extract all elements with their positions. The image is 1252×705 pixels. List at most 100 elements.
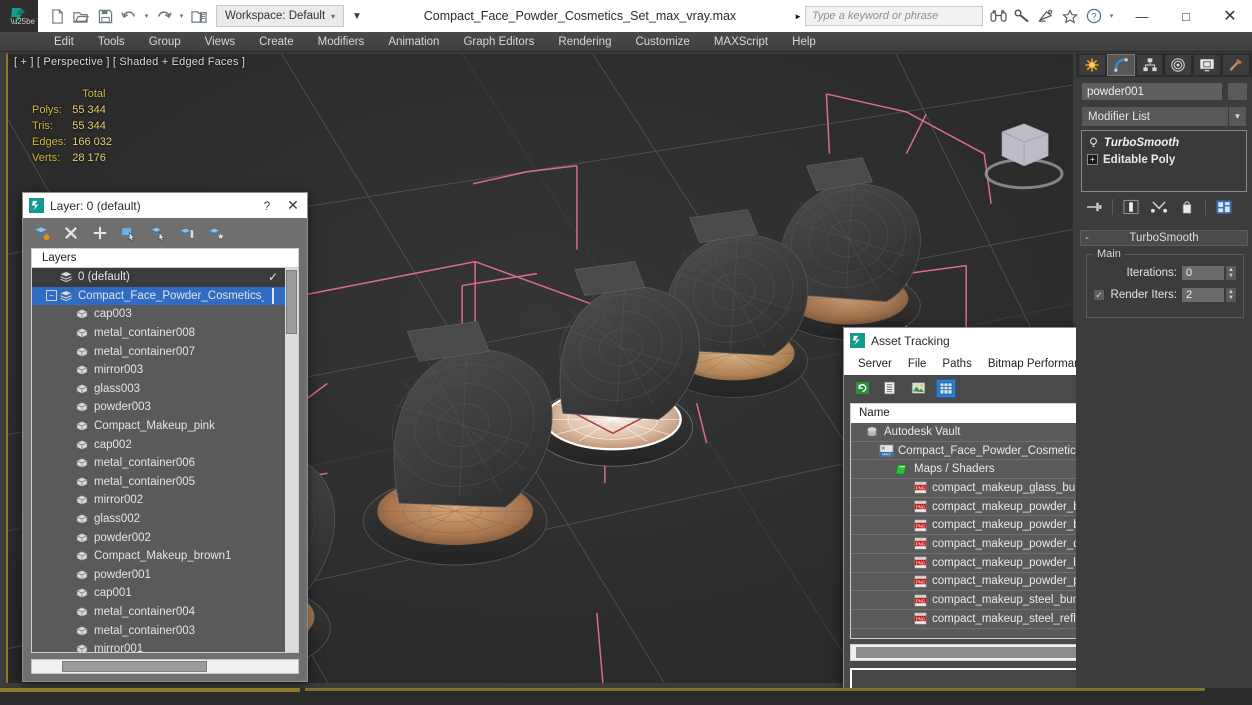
layer-row[interactable]: −cap001 (32, 584, 298, 603)
help-icon[interactable]: ? (1083, 5, 1105, 27)
new-file-icon[interactable] (46, 5, 68, 27)
layer-row[interactable]: − Compact_Face_Powder_Cosmetics_Set (32, 286, 298, 306)
layer-row[interactable]: −mirror002 (32, 491, 298, 510)
render-iters-spinner[interactable]: 2 ▲ ▼ (1181, 287, 1237, 303)
lightbulb-icon[interactable] (1087, 137, 1099, 149)
menu-graph-editors[interactable]: Graph Editors (451, 32, 546, 52)
undo-icon[interactable] (118, 5, 140, 27)
render-iters-value[interactable]: 2 (1181, 287, 1225, 303)
redo-dropdown-caret[interactable]: ▾ (177, 12, 186, 20)
layer-dialog-help-button[interactable]: ? (255, 199, 279, 213)
thumbnail-view-icon[interactable] (908, 379, 928, 398)
layer-row[interactable]: −metal_container006 (32, 454, 298, 473)
modifier-list-dropdown[interactable]: Modifier List ▾ (1081, 106, 1247, 127)
menu-modifiers[interactable]: Modifiers (306, 32, 377, 52)
workspace-menu-caret[interactable]: ▼ (348, 11, 366, 22)
asset-menu-file[interactable]: File (900, 358, 935, 370)
add-selection-to-layer-icon[interactable] (89, 222, 111, 244)
menu-views[interactable]: Views (193, 32, 247, 52)
modifier-stack-item-editable-poly[interactable]: + Editable Poly (1082, 151, 1246, 168)
layer-row[interactable]: −metal_container003 (32, 621, 298, 640)
search-expand-caret-icon[interactable]: ► (794, 12, 802, 21)
render-iters-spinner-arrows[interactable]: ▲ ▼ (1225, 287, 1237, 303)
project-folder-icon[interactable] (188, 5, 210, 27)
modify-tab[interactable] (1106, 54, 1135, 76)
display-tab[interactable] (1193, 54, 1222, 76)
layer-row[interactable]: −glass002 (32, 510, 298, 529)
menu-create[interactable]: Create (247, 32, 306, 52)
motion-tab[interactable] (1164, 54, 1193, 76)
layer-row[interactable]: −metal_container005 (32, 473, 298, 492)
rollout-header[interactable]: - TurboSmooth (1080, 230, 1248, 246)
show-end-result-icon[interactable] (1118, 197, 1144, 217)
list-view-icon[interactable] (880, 379, 900, 398)
menu-group[interactable]: Group (137, 32, 193, 52)
grid-view-icon[interactable] (936, 378, 956, 398)
layer-list-scroll-thumb[interactable] (286, 270, 297, 334)
object-name-field[interactable]: powder001 (1081, 82, 1223, 101)
chevron-down-icon[interactable]: ▾ (1228, 107, 1246, 126)
layer-active-box-icon[interactable] (264, 287, 282, 304)
layer-row[interactable]: −powder003 (32, 398, 298, 417)
make-unique-icon[interactable] (1146, 197, 1172, 217)
iterations-spinner[interactable]: 0 ▲ ▼ (1181, 265, 1237, 281)
layer-active-check-icon[interactable]: ✓ (264, 270, 282, 284)
menu-customize[interactable]: Customize (623, 32, 701, 52)
layer-row[interactable]: −powder002 (32, 528, 298, 547)
favorites-star-icon[interactable] (1059, 5, 1081, 27)
menu-edit[interactable]: Edit (42, 32, 86, 52)
expand-plus-icon[interactable]: + (1087, 154, 1098, 165)
layer-row[interactable]: −0 (default)✓ (32, 268, 298, 287)
menu-rendering[interactable]: Rendering (546, 32, 623, 52)
utilities-tab[interactable] (1222, 54, 1250, 76)
binoculars-icon[interactable] (987, 5, 1009, 27)
asset-hscroll-thumb[interactable] (856, 647, 1101, 658)
workspace-caret-icon[interactable]: ▾ (331, 12, 335, 21)
undo-dropdown-caret[interactable]: ▾ (142, 12, 151, 20)
select-highlighted-objects-icon[interactable] (147, 222, 169, 244)
satellite-icon[interactable] (1035, 5, 1057, 27)
layer-row[interactable]: −Compact_Makeup_brown1 (32, 547, 298, 566)
refresh-icon[interactable] (852, 379, 872, 398)
render-iters-checkbox[interactable]: ✓ (1093, 289, 1105, 301)
layer-row[interactable]: −glass003 (32, 380, 298, 399)
layer-row[interactable]: −mirror003 (32, 361, 298, 380)
layer-dialog-titlebar[interactable]: Layer: 0 (default) ? ✕ (23, 193, 307, 218)
rollout-collapse-icon[interactable]: - (1085, 231, 1089, 246)
iterations-value[interactable]: 0 (1181, 265, 1225, 281)
menu-help[interactable]: Help (780, 32, 828, 52)
layer-list-scrollbar[interactable] (285, 268, 298, 652)
logo-dropdown-caret[interactable]: \u25be (11, 17, 35, 26)
layer-dialog-close-button[interactable]: ✕ (279, 197, 307, 214)
layer-row[interactable]: −powder001 (32, 566, 298, 585)
layer-row[interactable]: −metal_container007 (32, 342, 298, 361)
create-tab[interactable] (1078, 54, 1106, 76)
maximize-button[interactable]: □ (1164, 0, 1208, 32)
layer-hscroll-thumb[interactable] (62, 661, 207, 672)
layer-list[interactable]: − 0 (default) ✓ − Compact_Face_Powder_Cosmet… (31, 267, 299, 653)
redo-icon[interactable] (153, 5, 175, 27)
pin-stack-icon[interactable] (1081, 197, 1107, 217)
minimize-button[interactable]: — (1120, 0, 1164, 32)
layer-row[interactable]: −metal_container004 (32, 603, 298, 622)
iterations-spinner-arrows[interactable]: ▲ ▼ (1225, 265, 1237, 281)
layer-row[interactable]: −metal_container008 (32, 324, 298, 343)
menu-animation[interactable]: Animation (376, 32, 451, 52)
remove-modifier-icon[interactable] (1174, 197, 1200, 217)
layer-row[interactable]: −Compact_Makeup_pink (32, 417, 298, 436)
layer-row[interactable]: −mirror001 (32, 640, 298, 652)
close-button[interactable]: ✕ (1208, 0, 1252, 32)
modifier-stack-item-turbosmooth[interactable]: TurboSmooth (1082, 134, 1246, 151)
open-file-icon[interactable] (70, 5, 92, 27)
highlight-selected-objects-icon[interactable] (176, 222, 198, 244)
save-file-icon[interactable] (94, 5, 116, 27)
delete-layer-icon[interactable] (60, 222, 82, 244)
create-new-layer-icon[interactable] (31, 222, 53, 244)
select-objects-in-layer-icon[interactable] (118, 222, 140, 244)
hide-unhide-layer-icon[interactable] (205, 222, 227, 244)
configure-modifier-sets-icon[interactable] (1211, 197, 1237, 217)
layer-horizontal-scrollbar[interactable] (31, 659, 299, 674)
asset-menu-paths[interactable]: Paths (934, 358, 979, 370)
viewport-label[interactable]: [ + ] [ Perspective ] [ Shaded + Edged F… (14, 56, 245, 68)
hierarchy-tab[interactable] (1135, 54, 1164, 76)
